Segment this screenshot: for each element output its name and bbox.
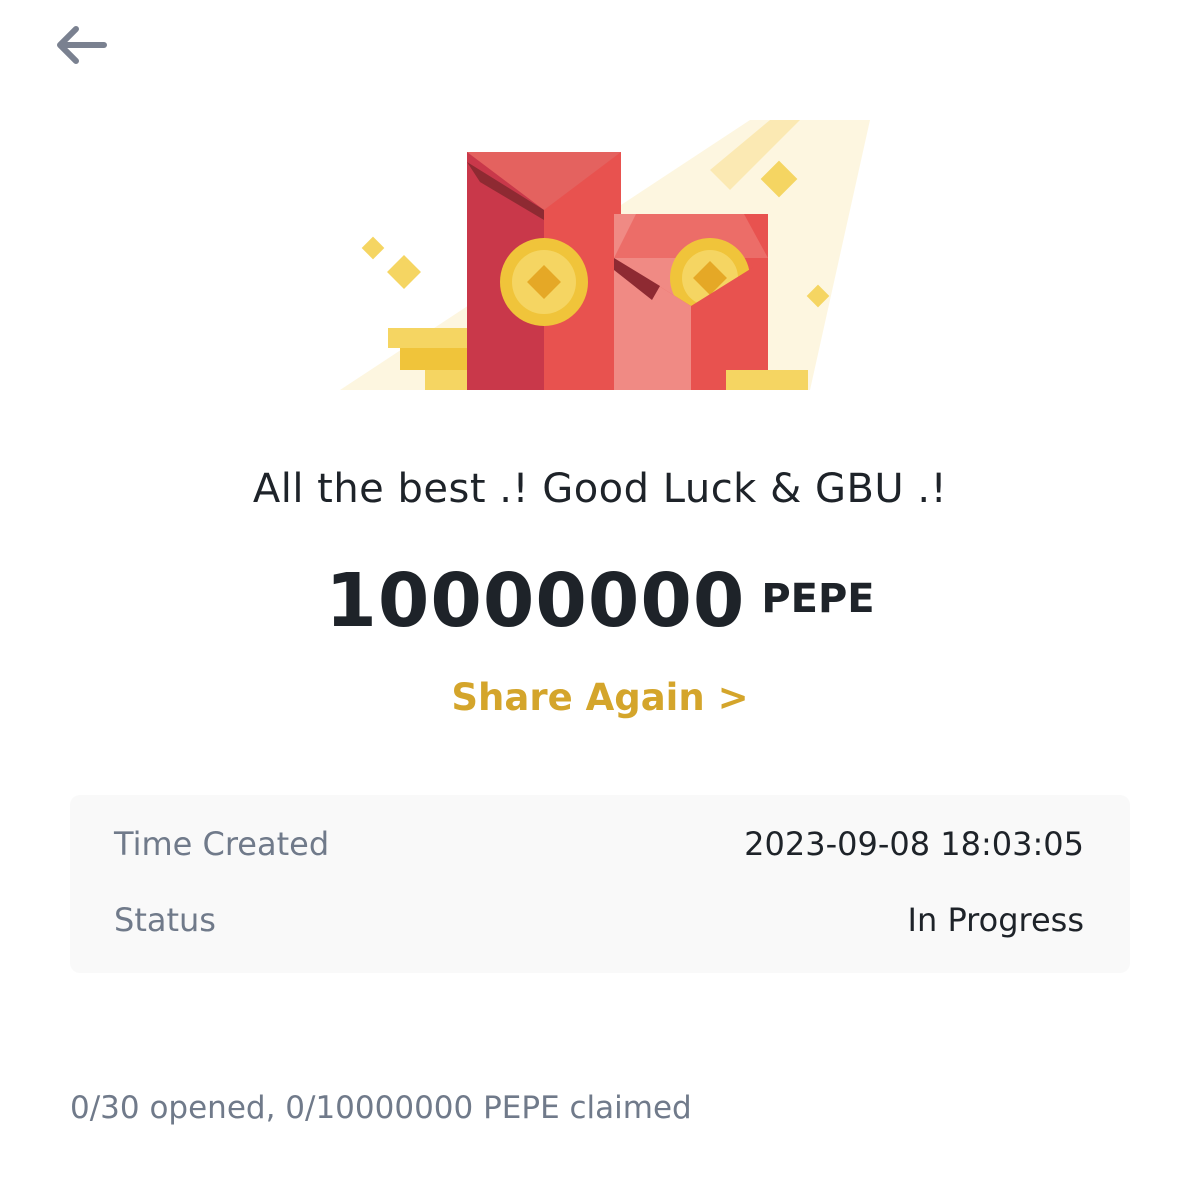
red-envelope-illustration [330, 110, 870, 410]
status-row: Status In Progress [114, 901, 1084, 939]
time-created-row: Time Created 2023-09-08 18:03:05 [114, 825, 1084, 863]
sparkle-icon [387, 255, 421, 289]
claim-summary: 0/30 opened, 0/10000000 PEPE claimed [70, 1090, 692, 1126]
amount-unit: PEPE [761, 576, 875, 622]
coin-stack [388, 328, 476, 348]
share-again-label: Share Again > [451, 676, 749, 719]
details-card: Time Created 2023-09-08 18:03:05 Status … [70, 795, 1130, 973]
greeting-message: All the best .! Good Luck & GBU .! [252, 466, 948, 512]
coin-stack [726, 370, 808, 390]
status-label: Status [114, 901, 216, 939]
back-button[interactable] [44, 18, 116, 72]
time-created-value: 2023-09-08 18:03:05 [744, 825, 1084, 863]
arrow-left-icon [57, 26, 107, 64]
share-again-link[interactable]: Share Again > [0, 676, 1200, 719]
status-value: In Progress [907, 901, 1084, 939]
time-created-label: Time Created [114, 825, 330, 863]
amount-value: 10000000 [325, 558, 746, 644]
sparkle-icon [361, 236, 385, 260]
amount-display: 10000000 PEPE [0, 556, 1200, 646]
